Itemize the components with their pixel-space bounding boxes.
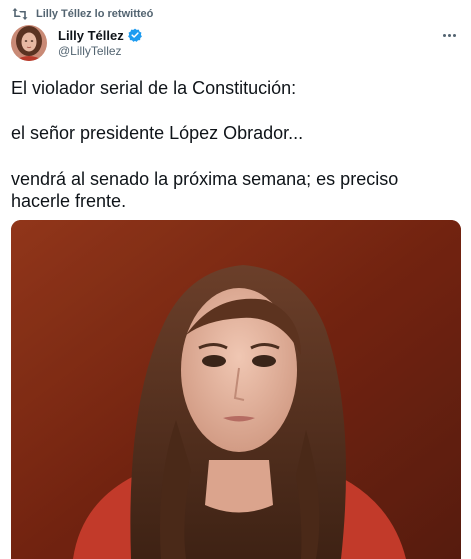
retweet-context: Lilly Téllez lo retwitteó [12, 6, 153, 22]
user-info: Lilly Téllez @LillyTellez [58, 27, 142, 58]
tweet-text-line-2: el señor presidente López Obrador... [11, 123, 304, 143]
user-handle[interactable]: @LillyTellez [58, 44, 142, 58]
tweet-text-line-3: vendrá al senado la próxima semana; es p… [11, 169, 399, 211]
tweet-text-line-1: El violador serial de la Constitución: [11, 78, 297, 98]
more-options-icon[interactable] [439, 28, 459, 42]
retweet-icon [12, 7, 28, 21]
display-name[interactable]: Lilly Téllez [58, 28, 124, 43]
avatar[interactable] [11, 25, 47, 61]
verified-badge-icon [127, 28, 142, 42]
tweet-media-image[interactable] [11, 220, 461, 559]
retweet-label[interactable]: Lilly Téllez lo retwitteó [36, 8, 153, 20]
